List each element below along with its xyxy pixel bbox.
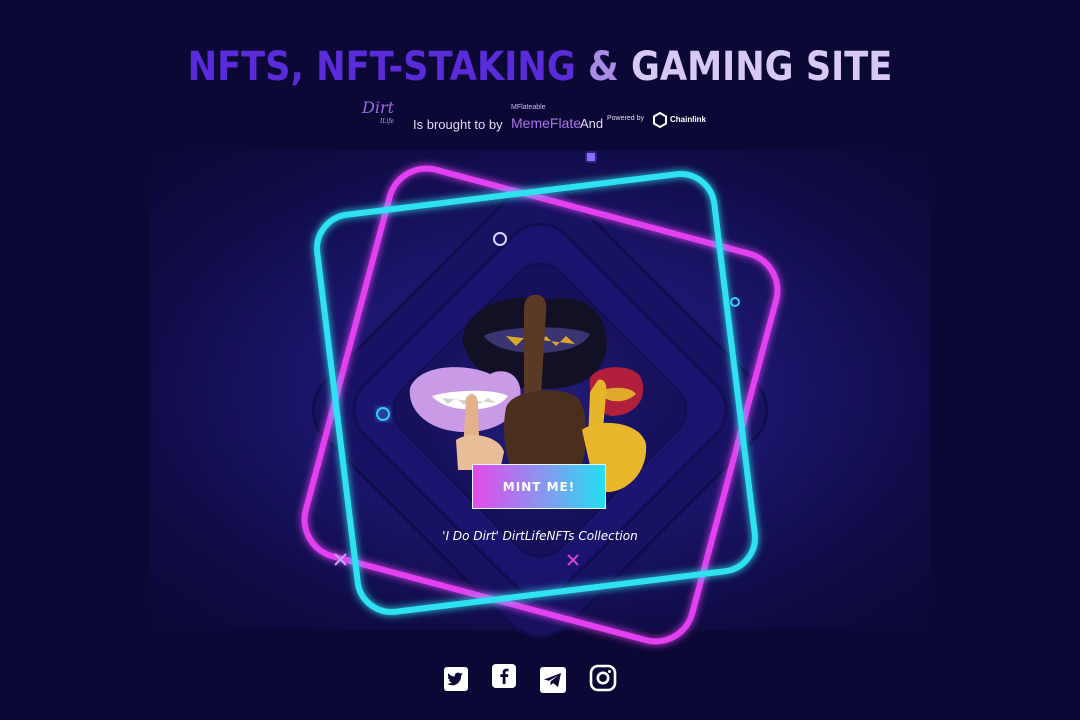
telegram-icon[interactable] xyxy=(539,666,567,694)
instagram-icon[interactable] xyxy=(589,664,617,692)
deco-square-top xyxy=(587,153,595,161)
mint-me-button[interactable]: MINT ME! xyxy=(472,464,606,509)
facebook-icon[interactable] xyxy=(491,663,517,689)
deco-circle-right xyxy=(730,297,740,307)
collection-caption: 'I Do Dirt' DirtLifeNFTs Collection xyxy=(442,529,638,543)
hero-artwork xyxy=(301,153,781,645)
twitter-icon[interactable] xyxy=(443,666,469,692)
social-links xyxy=(0,663,1080,695)
